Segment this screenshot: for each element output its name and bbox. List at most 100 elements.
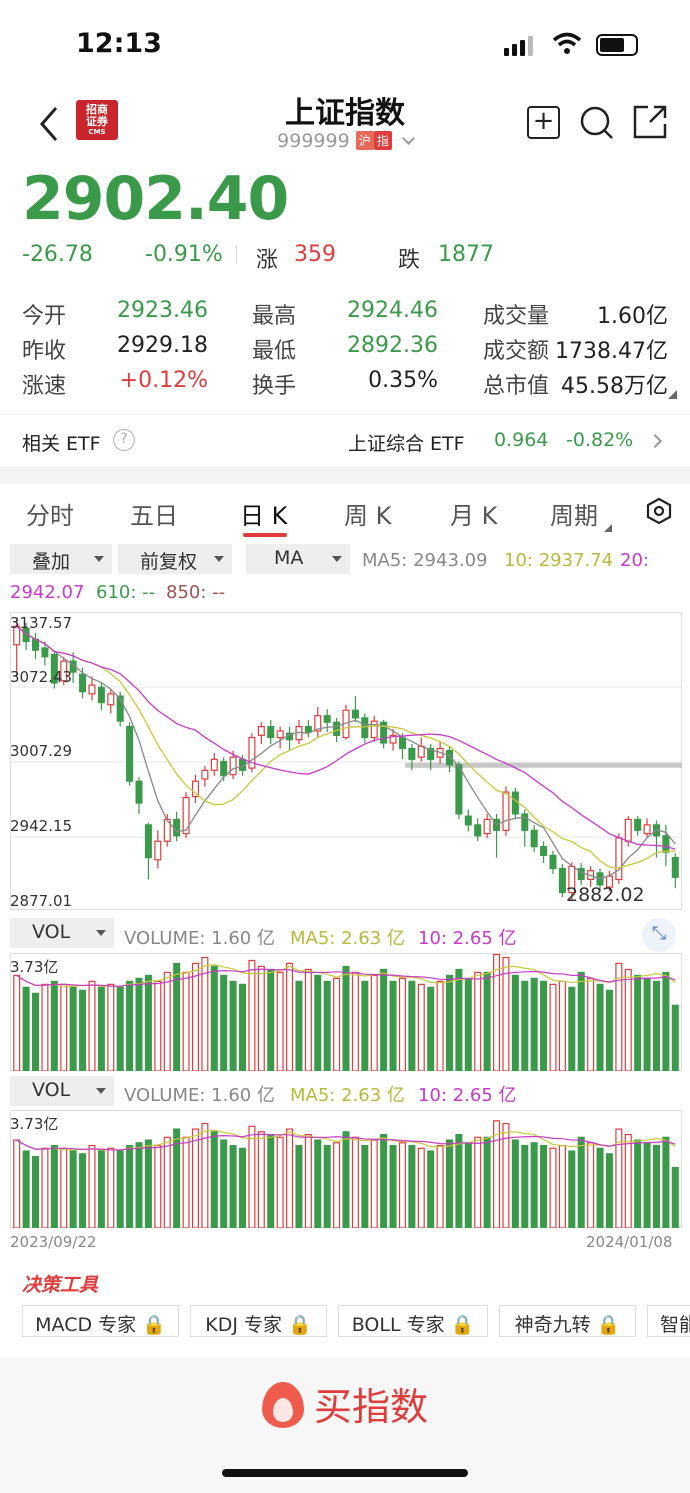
- volume-bar-up: [493, 1120, 501, 1228]
- adjust-dropdown[interactable]: 前复权: [118, 544, 232, 574]
- lock-icon: 🔒: [288, 1314, 312, 1336]
- volume-bar-down: [229, 1144, 237, 1228]
- candle-down: [361, 717, 369, 739]
- volume-chart[interactable]: [10, 953, 682, 1071]
- volume-bar-up: [163, 1136, 171, 1228]
- down-count: 1877: [438, 242, 494, 267]
- candle-down: [333, 721, 341, 736]
- vol-dropdown[interactable]: VOL: [10, 1076, 114, 1106]
- tool-kdj[interactable]: KDJ 专家 🔒: [190, 1305, 327, 1337]
- volume-bar-up: [587, 977, 595, 1071]
- volume-bar-up: [502, 956, 510, 1071]
- fullscreen-icon[interactable]: ⤡: [642, 918, 676, 952]
- volume-bar-down: [662, 971, 670, 1071]
- stock-code: 999999: [277, 130, 350, 152]
- kline-chart[interactable]: [10, 612, 682, 910]
- volume-bar-up: [248, 959, 256, 1071]
- stat-value: 2892.36: [347, 333, 438, 358]
- stat-value: 1.60亿: [597, 304, 668, 329]
- candle-down: [304, 726, 312, 733]
- volume-bar-down: [32, 992, 40, 1071]
- tab-intraday[interactable]: 分时: [26, 496, 74, 531]
- vol-label: VOL: [32, 1079, 71, 1101]
- volume-bar-up: [474, 971, 482, 1071]
- settings-hexagon-icon[interactable]: [644, 496, 674, 526]
- tab-daily-k[interactable]: 日 K: [240, 496, 287, 531]
- volume-chart[interactable]: [10, 1110, 682, 1228]
- tool-smart[interactable]: 智能: [647, 1305, 690, 1337]
- tab-weekly-k[interactable]: 周 K: [344, 496, 391, 531]
- volume-bar-down: [267, 968, 275, 1071]
- volume-bar-down: [210, 1131, 218, 1228]
- volume-bar-down: [568, 986, 576, 1071]
- volume-bar-down: [295, 1144, 303, 1228]
- volume-bar-up: [154, 980, 162, 1071]
- volume-bar-up: [624, 1133, 632, 1228]
- volume-bar-down: [605, 989, 613, 1071]
- volume-bar-up: [13, 1139, 21, 1228]
- tool-td9[interactable]: 神奇九转 🔒: [499, 1305, 636, 1337]
- help-icon[interactable]: ?: [113, 429, 135, 451]
- stat-value: 0.35%: [368, 368, 438, 393]
- vol-dropdown[interactable]: VOL: [10, 918, 114, 948]
- volume-bar-down: [144, 1139, 152, 1228]
- volume-value: VOLUME: 1.60 亿: [124, 1085, 275, 1106]
- volume-bar-down: [135, 1142, 143, 1228]
- stat-label: 最低: [252, 339, 297, 364]
- volume-bar-down: [361, 1144, 369, 1228]
- candle-down: [97, 686, 105, 704]
- volume-bar-down: [220, 974, 228, 1071]
- volume-bar-down: [32, 1155, 40, 1228]
- stat-value: 2924.46: [347, 298, 438, 323]
- overlay-dropdown[interactable]: 叠加: [10, 544, 112, 574]
- related-etf-row[interactable]: 相关 ETF ? 上证综合 ETF 0.964 -0.82%: [0, 416, 690, 466]
- volume-bar-up: [417, 983, 425, 1071]
- candle-up: [643, 824, 651, 835]
- candle-up: [624, 818, 632, 842]
- indicator-dropdown[interactable]: MA: [246, 544, 350, 574]
- volume-bar-down: [267, 1133, 275, 1228]
- volume-bar-up: [182, 1136, 190, 1228]
- volume-bar-down: [314, 1139, 322, 1228]
- volume-bar-up: [154, 1144, 162, 1228]
- tool-boll[interactable]: BOLL 专家 🔒: [338, 1305, 488, 1337]
- volume-bar-down: [577, 1136, 585, 1228]
- volume-bar-up: [436, 980, 444, 1071]
- volume-bar-up: [88, 980, 96, 1071]
- volume-bar-down: [323, 1144, 331, 1228]
- candle-up: [201, 769, 209, 780]
- expand-corner-icon[interactable]: [668, 390, 677, 399]
- candle-up: [483, 818, 491, 835]
- start-date: 2023/09/22: [10, 1233, 97, 1251]
- home-indicator: [222, 1469, 468, 1477]
- tab-five-day[interactable]: 五日: [130, 496, 178, 531]
- volume-bar-down: [455, 1133, 463, 1228]
- volume-bar-down: [464, 977, 472, 1071]
- volume-bar-down: [380, 968, 388, 1071]
- tool-macd[interactable]: MACD 专家 🔒: [22, 1305, 179, 1337]
- y-axis-label: 3007.29: [10, 742, 73, 760]
- vol-max-label: 3.73亿: [10, 1115, 59, 1133]
- ma5-value: MA5: 2943.09: [362, 550, 488, 571]
- lock-icon: 🔒: [450, 1314, 475, 1336]
- candle-up: [615, 837, 623, 881]
- stat-value: 2923.46: [117, 298, 208, 323]
- volume-bar-down: [643, 977, 651, 1071]
- candle-down: [464, 815, 472, 826]
- volume-bar-down: [50, 980, 58, 1071]
- volume-bar-up: [558, 1144, 566, 1228]
- volume-bar-down: [79, 989, 87, 1071]
- vol-max-label: 3.73亿: [10, 958, 59, 976]
- volume-bar-up: [88, 1144, 96, 1228]
- volume-bar-up: [398, 1142, 406, 1228]
- share-icon[interactable]: [632, 104, 668, 140]
- buy-index-button[interactable]: 买指数: [0, 1376, 690, 1431]
- tab-monthly-k[interactable]: 月 K: [450, 496, 497, 531]
- search-icon[interactable]: [578, 104, 616, 142]
- add-watchlist-icon[interactable]: +: [527, 106, 560, 139]
- volume-bar-down: [22, 986, 30, 1071]
- chevron-down-icon[interactable]: [401, 132, 415, 145]
- ma610-value: 610: --: [96, 582, 156, 603]
- chevron-right-icon: [647, 433, 663, 449]
- tab-period[interactable]: 周期: [550, 496, 598, 531]
